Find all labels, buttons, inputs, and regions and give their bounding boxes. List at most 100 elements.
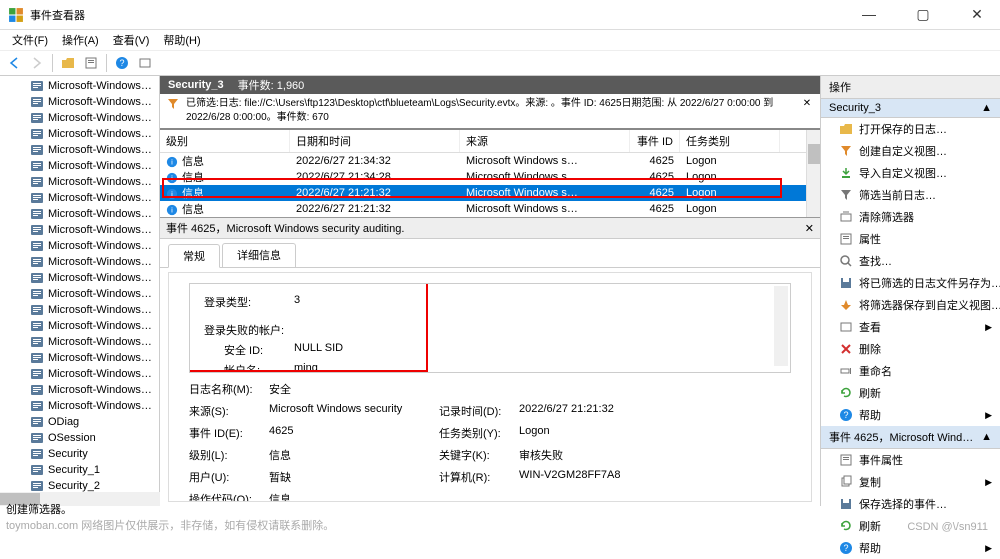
tree-item[interactable]: Microsoft-Windows-… [0,206,159,222]
tree-item[interactable]: Microsoft-Windows-… [0,126,159,142]
log-icon [30,383,44,397]
toolbar-help-icon[interactable] [112,53,132,73]
action-item[interactable]: 复制▶ [821,471,1000,493]
col-date[interactable]: 日期和时间 [290,130,460,152]
maximize-button[interactable]: ▢ [908,6,938,23]
menu-view[interactable]: 查看(V) [107,30,156,50]
minimize-button[interactable]: — [854,6,884,23]
grid-vscrollbar[interactable] [806,130,820,217]
grid-header: 级别 日期和时间 来源 事件 ID 任务类别 [160,130,820,153]
menu-action[interactable]: 操作(A) [56,30,105,50]
action-item[interactable]: 事件属性 [821,449,1000,471]
window-title: 事件查看器 [30,7,85,23]
action-item[interactable]: 查找… [821,250,1000,272]
tree-item[interactable]: Microsoft-Windows-… [0,350,159,366]
tree-item-label: Microsoft-Windows-… [48,400,155,412]
tree-item[interactable]: Microsoft-Windows-… [0,334,159,350]
tree-panel: Microsoft-Windows-…Microsoft-Windows-…Mi… [0,76,160,506]
copy-icon [839,475,853,489]
col-task[interactable]: 任务类别 [680,130,780,152]
tab-general[interactable]: 常规 [168,244,220,268]
action-label: 将已筛选的日志文件另存为… [859,275,1000,291]
account-label: 帐户名: [204,362,294,373]
col-source[interactable]: 来源 [460,130,630,152]
view-icon [839,320,853,334]
tree-item[interactable]: Security_1 [0,462,159,478]
col-level[interactable]: 级别 [160,130,290,152]
tree-item-label: Microsoft-Windows-… [48,192,155,204]
col-id[interactable]: 事件 ID [630,130,680,152]
action-label: 打开保存的日志… [859,121,947,137]
back-button[interactable] [4,53,24,73]
table-row[interactable]: 信息2022/6/27 21:21:32Microsoft Windows s…… [160,185,820,201]
tree-item[interactable]: Microsoft-Windows-… [0,270,159,286]
action-item[interactable]: 属性 [821,228,1000,250]
center-panel: Security_3 事件数: 1,960 已筛选:日志: file://C:\… [160,76,820,506]
action-item[interactable]: 刷新 [821,382,1000,404]
action-label: 将筛选器保存到自定义视图… [859,297,1000,313]
tree-item[interactable]: Microsoft-Windows-… [0,94,159,110]
action-item[interactable]: 创建自定义视图… [821,140,1000,162]
tree-item[interactable]: Microsoft-Windows-… [0,286,159,302]
tree-item[interactable]: Microsoft-Windows-… [0,222,159,238]
info-icon [166,188,178,200]
toolbar-view-icon[interactable] [58,53,78,73]
tree-item[interactable]: Microsoft-Windows-… [0,78,159,94]
action-label: 属性 [859,231,881,247]
action-item[interactable]: 查看▶ [821,316,1000,338]
action-item[interactable]: 帮助▶ [821,537,1000,559]
tree-item[interactable]: Microsoft-Windows-… [0,398,159,414]
detail-close-icon[interactable]: ✕ [805,222,814,235]
action-item[interactable]: 删除 [821,338,1000,360]
action-label: 创建自定义视图… [859,143,947,159]
menu-file[interactable]: 文件(F) [6,30,54,50]
tree-item[interactable]: Microsoft-Windows-… [0,158,159,174]
tree-item[interactable]: Microsoft-Windows-… [0,366,159,382]
table-row[interactable]: 信息2022/6/27 21:21:32Microsoft Windows s…… [160,201,820,217]
prop-logged-label: 记录时间(D): [439,403,519,419]
tree-item[interactable]: Microsoft-Windows-… [0,238,159,254]
action-item[interactable]: 筛选当前日志… [821,184,1000,206]
tree-item[interactable]: Microsoft-Windows-… [0,382,159,398]
detail-header-text: 事件 4625，Microsoft Windows security audit… [166,220,404,236]
action-item[interactable]: 打开保存的日志… [821,118,1000,140]
toolbar-extra-icon[interactable] [135,53,155,73]
tree-item[interactable]: Microsoft-Windows-… [0,318,159,334]
tree-item-label: Microsoft-Windows-s… [48,176,155,188]
prop-level-label: 级别(L): [189,447,269,463]
table-row[interactable]: 信息2022/6/27 21:34:32Microsoft Windows s…… [160,153,820,169]
tree-item[interactable]: Microsoft-Windows-… [0,190,159,206]
save-icon [839,497,853,511]
tree-item-label: ODiag [48,416,79,428]
action-item[interactable]: 帮助▶ [821,404,1000,426]
toolbar-props-icon[interactable] [81,53,101,73]
prop-user-label: 用户(U): [189,469,269,485]
prop-computer-label: 计算机(R): [439,469,519,485]
tree-item[interactable]: Security [0,446,159,462]
action-item[interactable]: 将筛选器保存到自定义视图… [821,294,1000,316]
tree-item[interactable]: ODiag [0,414,159,430]
tab-details[interactable]: 详细信息 [222,243,296,267]
props-icon [839,232,853,246]
action-item[interactable]: 将已筛选的日志文件另存为… [821,272,1000,294]
tree-item-label: Microsoft-Windows-… [48,352,155,364]
action-item[interactable]: 导入自定义视图… [821,162,1000,184]
action-item[interactable]: 保存选择的事件… [821,493,1000,515]
tree-item[interactable]: OSession [0,430,159,446]
log-icon [30,335,44,349]
table-row[interactable]: 信息2022/6/27 21:34:28Microsoft Windows s…… [160,169,820,185]
detail-inner-scrollbar[interactable] [774,286,788,366]
menu-help[interactable]: 帮助(H) [157,30,206,50]
tree-item[interactable]: Microsoft-Windows-… [0,302,159,318]
logon-type-value: 3 [294,294,300,310]
action-item[interactable]: 重命名 [821,360,1000,382]
tree-item[interactable]: Microsoft-Windows-… [0,110,159,126]
tree-item[interactable]: Microsoft-Windows-… [0,254,159,270]
tree-item-label: Microsoft-Windows-… [48,208,155,220]
tree-item[interactable]: Microsoft-Windows-s… [0,174,159,190]
filter-close-icon[interactable]: ✕ [800,97,814,111]
tree-item[interactable]: Microsoft-Windows-… [0,142,159,158]
account-value: ming [294,362,318,373]
close-button[interactable]: ✕ [962,6,992,23]
action-item[interactable]: 清除筛选器 [821,206,1000,228]
